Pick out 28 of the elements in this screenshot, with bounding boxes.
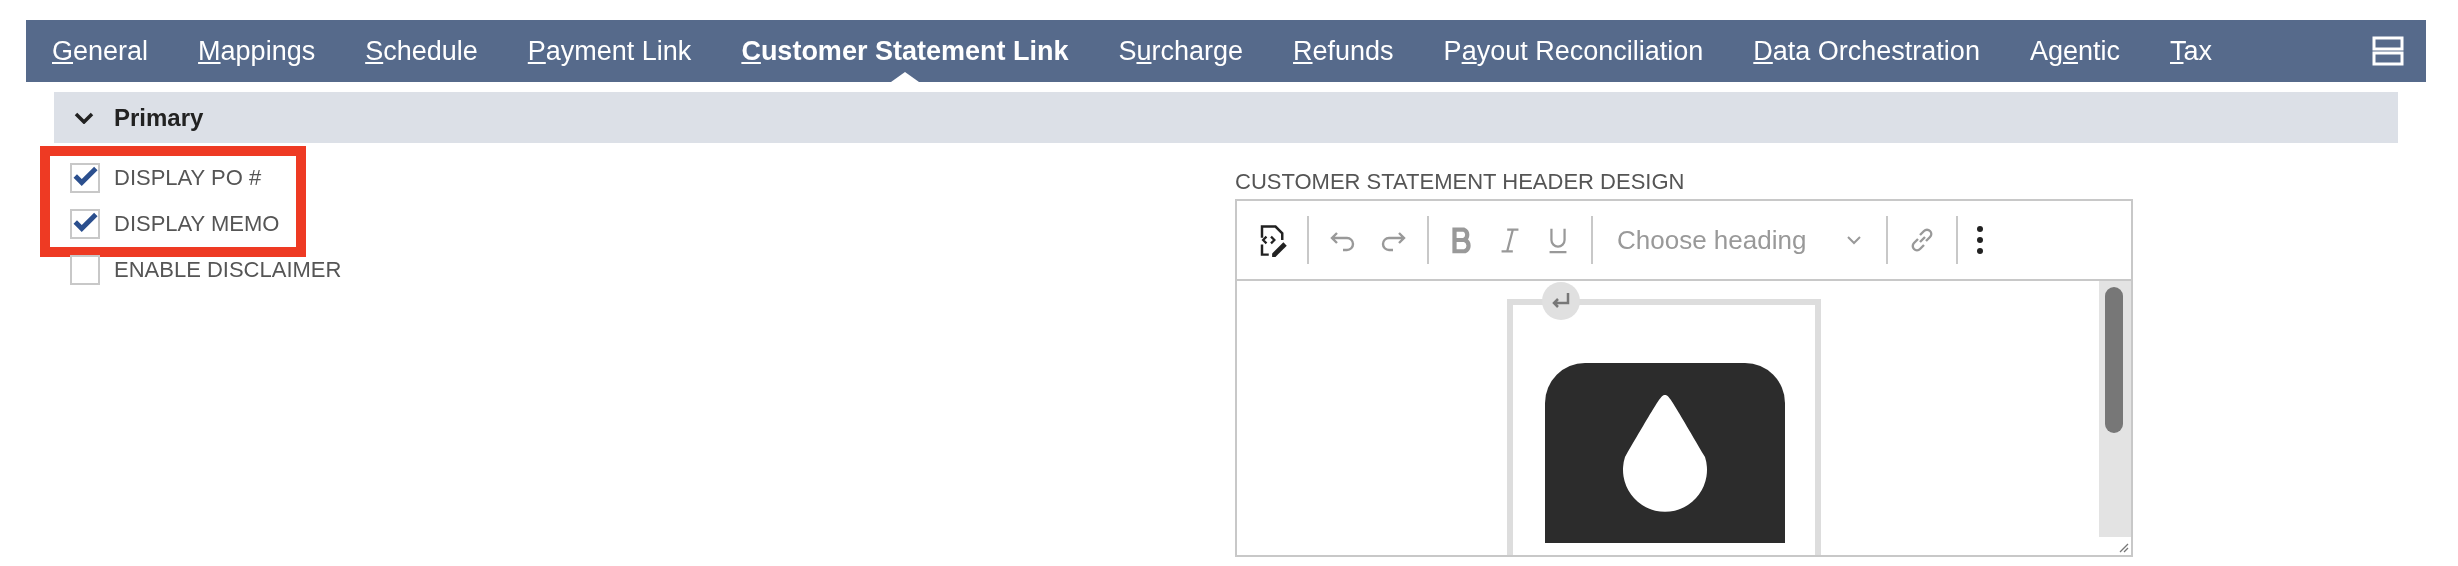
- chevron-icon: [74, 111, 94, 124]
- tab[interactable]: General: [52, 20, 149, 82]
- checkbox[interactable]: [70, 209, 100, 239]
- scrollbar[interactable]: [2099, 281, 2131, 537]
- tab[interactable]: Refunds: [1293, 20, 1394, 82]
- checkbox-label: DISPLAY MEMO: [114, 211, 280, 237]
- resize-grip-icon[interactable]: [2117, 541, 2129, 553]
- checkbox-label: ENABLE DISCLAIMER: [114, 257, 342, 283]
- checkbox[interactable]: [70, 163, 100, 193]
- tab[interactable]: Data Orchestration: [1753, 20, 1980, 82]
- section-header[interactable]: Primary: [54, 92, 2398, 143]
- section-title: Primary: [114, 103, 204, 132]
- checkbox[interactable]: [70, 255, 100, 285]
- layout-icon[interactable]: [2372, 35, 2404, 67]
- tab[interactable]: Mappings: [198, 20, 316, 82]
- more-icon[interactable]: [1976, 224, 1985, 256]
- field-label: CUSTOMER STATEMENT HEADER DESIGN: [1235, 169, 1686, 195]
- checkbox-label: DISPLAY PO #: [114, 165, 262, 191]
- heading-dropdown[interactable]: Choose heading: [1611, 224, 1869, 256]
- tab[interactable]: Surcharge: [1118, 20, 1244, 82]
- return-icon[interactable]: [1541, 281, 1581, 321]
- tab[interactable]: Customer Statement Link: [741, 20, 1069, 82]
- tab[interactable]: Schedule: [365, 20, 478, 82]
- tab[interactable]: Payment Link: [527, 20, 692, 82]
- tab[interactable]: Tax: [2170, 20, 2213, 82]
- tab[interactable]: Payout Reconciliation: [1443, 20, 1704, 82]
- tab[interactable]: Agentic: [2029, 20, 2120, 82]
- caret-icon: [1846, 235, 1863, 245]
